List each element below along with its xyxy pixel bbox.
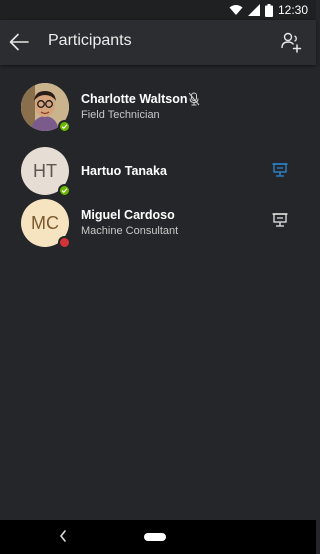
participant-name: Charlotte Waltson xyxy=(81,92,188,106)
participant-row[interactable]: Charlotte Waltson Field Technician xyxy=(0,83,316,133)
page-title: Participants xyxy=(48,32,132,49)
status-time: 12:30 xyxy=(277,3,308,17)
check-icon xyxy=(61,188,68,194)
avatar xyxy=(21,83,71,133)
avatar-initials: MC xyxy=(31,212,59,233)
presenter-icon xyxy=(272,213,288,227)
back-button[interactable] xyxy=(6,29,32,55)
participant-role: Machine Consultant xyxy=(81,225,179,237)
wifi-icon xyxy=(229,5,243,15)
participant-row[interactable]: MC Miguel Cardoso Machine Consultant xyxy=(0,199,316,249)
add-participant-button[interactable] xyxy=(278,29,304,55)
add-person-icon xyxy=(281,32,302,53)
nav-home-pill[interactable] xyxy=(144,533,166,541)
avatar: HT xyxy=(21,147,71,197)
presenter-icon xyxy=(272,163,288,177)
status-bar: 12:30 xyxy=(0,0,316,20)
check-icon xyxy=(61,124,68,130)
present-button[interactable] xyxy=(270,211,290,231)
mic-off-icon xyxy=(188,92,200,106)
nav-back-icon[interactable] xyxy=(58,529,68,543)
participant-row[interactable]: HT Hartuo Tanaka xyxy=(0,147,316,197)
battery-icon xyxy=(264,3,273,17)
avatar: MC xyxy=(21,199,71,249)
system-nav-bar xyxy=(0,520,316,554)
status-icons: 12:30 xyxy=(229,3,308,17)
arrow-left-icon xyxy=(9,33,29,51)
presence-available-badge xyxy=(58,184,71,197)
presence-available-badge xyxy=(58,120,71,133)
avatar-initials: HT xyxy=(33,160,57,181)
signal-icon xyxy=(247,4,260,16)
participant-role: Field Technician xyxy=(81,109,160,121)
presenting-button[interactable] xyxy=(270,161,290,181)
participant-name: Miguel Cardoso xyxy=(81,208,175,222)
app-bar: Participants xyxy=(0,20,316,65)
participant-name: Hartuo Tanaka xyxy=(81,164,167,178)
presence-busy-badge xyxy=(58,236,71,249)
